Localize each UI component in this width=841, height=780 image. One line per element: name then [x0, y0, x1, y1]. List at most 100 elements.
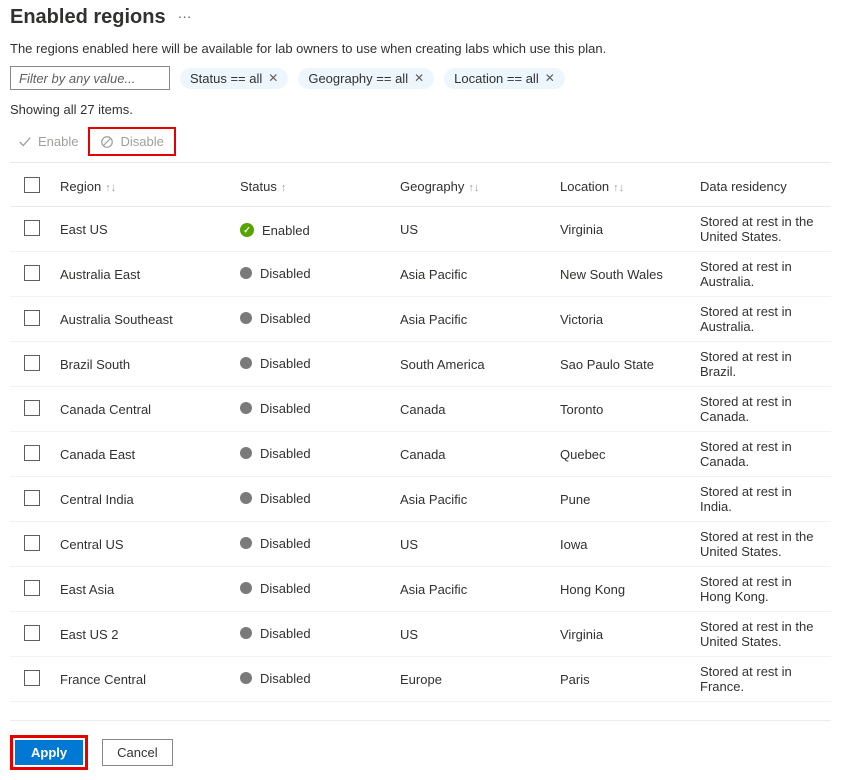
page-description: The regions enabled here will be availab…	[10, 41, 831, 56]
cell-location: Sao Paulo State	[554, 342, 694, 387]
row-checkbox[interactable]	[24, 400, 40, 416]
row-checkbox[interactable]	[24, 580, 40, 596]
cell-status: Disabled	[234, 297, 394, 342]
cell-region: Australia East	[54, 252, 234, 297]
status-enabled-icon: ✓	[240, 223, 254, 237]
cell-status: Disabled	[234, 252, 394, 297]
status-disabled-icon	[240, 357, 252, 369]
col-header-region[interactable]: Region↑↓	[54, 167, 234, 207]
cell-location: Hong Kong	[554, 567, 694, 612]
cell-location: Quebec	[554, 432, 694, 477]
cell-status: Disabled	[234, 477, 394, 522]
status-disabled-icon	[240, 267, 252, 279]
table-row: East US 2DisabledUSVirginiaStored at res…	[10, 612, 831, 657]
row-checkbox[interactable]	[24, 310, 40, 326]
table-row: Australia EastDisabledAsia PacificNew So…	[10, 252, 831, 297]
enable-label: Enable	[38, 134, 78, 149]
close-icon[interactable]: ✕	[268, 71, 278, 85]
cell-residency: Stored at rest in Australia.	[694, 252, 831, 297]
cell-geography: US	[394, 612, 554, 657]
table-row: East AsiaDisabledAsia PacificHong KongSt…	[10, 567, 831, 612]
enable-button[interactable]: Enable	[10, 130, 86, 153]
disable-button[interactable]: Disable	[92, 130, 171, 153]
filter-pill-status[interactable]: Status == all ✕	[180, 68, 288, 89]
filter-pill-geography[interactable]: Geography == all ✕	[298, 68, 434, 89]
cell-geography: Asia Pacific	[394, 252, 554, 297]
more-icon[interactable]: ···	[178, 8, 192, 28]
row-checkbox[interactable]	[24, 355, 40, 371]
filter-pill-label: Status == all	[190, 71, 262, 86]
row-checkbox[interactable]	[24, 625, 40, 641]
status-disabled-icon	[240, 492, 252, 504]
col-header-status[interactable]: Status↑	[234, 167, 394, 207]
status-disabled-icon	[240, 402, 252, 414]
status-disabled-icon	[240, 537, 252, 549]
status-disabled-icon	[240, 627, 252, 639]
cell-region: Canada Central	[54, 387, 234, 432]
row-checkbox[interactable]	[24, 265, 40, 281]
apply-button[interactable]: Apply	[15, 740, 83, 765]
cell-region: East Asia	[54, 567, 234, 612]
select-all-checkbox[interactable]	[24, 177, 40, 193]
close-icon[interactable]: ✕	[414, 71, 424, 85]
cell-region: East US	[54, 207, 234, 252]
cell-location: Virginia	[554, 612, 694, 657]
filter-pill-location[interactable]: Location == all ✕	[444, 68, 565, 89]
status-disabled-icon	[240, 672, 252, 684]
filter-input[interactable]	[10, 66, 170, 90]
status-disabled-icon	[240, 312, 252, 324]
page-title: Enabled regions	[10, 6, 166, 29]
cell-geography: Asia Pacific	[394, 477, 554, 522]
cell-residency: Stored at rest in the United States.	[694, 612, 831, 657]
filter-bar: Status == all ✕ Geography == all ✕ Locat…	[10, 66, 831, 90]
status-disabled-icon	[240, 447, 252, 459]
cell-residency: Stored at rest in India.	[694, 477, 831, 522]
row-checkbox[interactable]	[24, 490, 40, 506]
row-checkbox[interactable]	[24, 220, 40, 236]
cell-geography: Canada	[394, 387, 554, 432]
cell-region: France Central	[54, 657, 234, 702]
sort-icon: ↑↓	[468, 182, 479, 194]
cell-status: Disabled	[234, 432, 394, 477]
cell-status: ✓Enabled	[234, 207, 394, 252]
table-row: Brazil SouthDisabledSouth AmericaSao Pau…	[10, 342, 831, 387]
cell-geography: Asia Pacific	[394, 297, 554, 342]
cell-geography: Canada	[394, 432, 554, 477]
close-icon[interactable]: ✕	[545, 71, 555, 85]
cell-region: Canada East	[54, 432, 234, 477]
check-icon	[18, 135, 32, 149]
cell-location: Victoria	[554, 297, 694, 342]
cell-residency: Stored at rest in Hong Kong.	[694, 567, 831, 612]
cell-geography: South America	[394, 342, 554, 387]
table-row: France CentralDisabledEuropeParisStored …	[10, 657, 831, 702]
footer-bar: Apply Cancel	[10, 720, 831, 770]
cell-location: Iowa	[554, 522, 694, 567]
sort-icon: ↑↓	[105, 182, 116, 194]
cell-status: Disabled	[234, 522, 394, 567]
sort-icon: ↑↓	[613, 182, 624, 194]
action-bar: Enable Disable	[10, 127, 831, 163]
cell-residency: Stored at rest in Brazil.	[694, 342, 831, 387]
cell-location: Toronto	[554, 387, 694, 432]
row-checkbox[interactable]	[24, 445, 40, 461]
row-checkbox[interactable]	[24, 670, 40, 686]
showing-count: Showing all 27 items.	[10, 102, 831, 117]
cell-region: Australia Southeast	[54, 297, 234, 342]
prohibit-icon	[100, 135, 114, 149]
cancel-button[interactable]: Cancel	[102, 739, 172, 766]
cell-status: Disabled	[234, 387, 394, 432]
highlight-disable: Disable	[88, 127, 175, 156]
cell-residency: Stored at rest in Canada.	[694, 432, 831, 477]
table-row: Canada CentralDisabledCanadaTorontoStore…	[10, 387, 831, 432]
cell-location: Virginia	[554, 207, 694, 252]
col-header-location[interactable]: Location↑↓	[554, 167, 694, 207]
cell-residency: Stored at rest in the United States.	[694, 522, 831, 567]
disable-label: Disable	[120, 134, 163, 149]
col-header-geography[interactable]: Geography↑↓	[394, 167, 554, 207]
status-disabled-icon	[240, 582, 252, 594]
cell-location: New South Wales	[554, 252, 694, 297]
cell-region: Brazil South	[54, 342, 234, 387]
cell-region: East US 2	[54, 612, 234, 657]
col-header-residency[interactable]: Data residency	[694, 167, 831, 207]
row-checkbox[interactable]	[24, 535, 40, 551]
